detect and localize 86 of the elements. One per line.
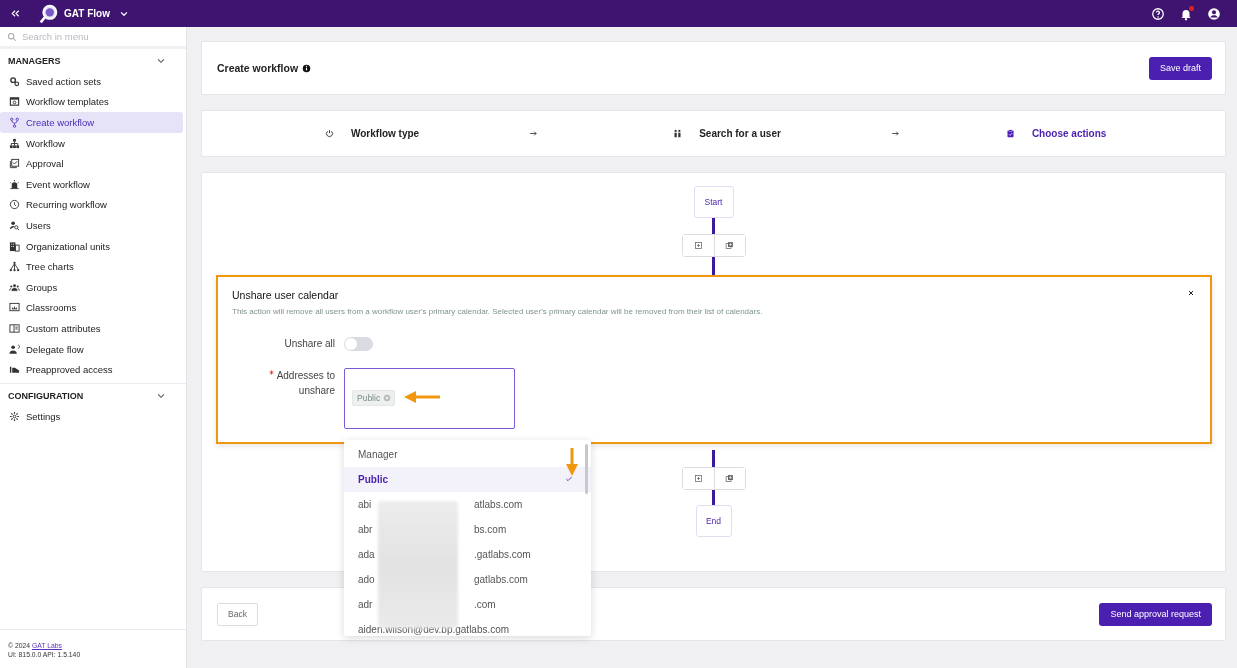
remove-icon (383, 393, 392, 402)
copy-plus-icon (725, 241, 734, 250)
add-action-set-button[interactable] (713, 235, 745, 256)
hierarchy-icon (9, 137, 20, 149)
option-text: bs.com (474, 523, 507, 535)
collapse-icon (10, 8, 21, 19)
option-text: .gatlabs.com (474, 548, 531, 560)
sidebar-item[interactable]: Organizational units (0, 235, 183, 257)
plus-square-icon (693, 473, 703, 483)
sidebar-item[interactable]: Preapproved access (0, 359, 183, 380)
sidebar-item[interactable]: Custom attributes (0, 318, 183, 339)
page-title: Create workflow (217, 62, 299, 74)
sidebar-item[interactable]: Create workflow (0, 112, 183, 133)
arrow-right-icon (529, 129, 539, 138)
panel-title: Unshare user calendar (232, 289, 339, 301)
copy-plus-icon (725, 473, 734, 483)
building-icon (9, 240, 20, 252)
dropdown-option[interactable]: Manager (344, 441, 591, 467)
sidebar-item[interactable]: Saved action sets (0, 71, 183, 92)
panel-icon (9, 322, 20, 334)
unshare-all-toggle[interactable] (344, 336, 373, 351)
end-node[interactable]: End (695, 504, 732, 537)
classroom-icon (9, 302, 20, 314)
account-icon (1207, 6, 1221, 21)
people-icon (673, 129, 683, 138)
annotation-arrow-icon (404, 390, 440, 403)
option-text: adr (358, 598, 373, 610)
logo-icon (39, 3, 59, 24)
option-text: gatlabs.com (474, 573, 528, 585)
sidebar-item[interactable]: Groups (0, 276, 183, 298)
scrollbar[interactable] (585, 443, 588, 494)
save-draft-button[interactable]: Save draft (1148, 56, 1212, 80)
info-icon (302, 63, 312, 73)
settings-icon (9, 410, 20, 422)
clipboard-icon (1005, 129, 1015, 138)
start-node[interactable]: Start (693, 186, 734, 218)
user-question-icon (9, 343, 20, 355)
people-icon (9, 281, 20, 293)
field-label: Unshare all (283, 337, 335, 351)
section-heading: MANAGERS (8, 56, 61, 66)
option-text: abr (358, 523, 373, 535)
checklist-icon (9, 158, 20, 170)
workflow-step: Workflow type (325, 128, 420, 139)
access-icon (9, 364, 20, 376)
panel-description: This action will remove all users from a workflow user's primary calendar. Selected user's primary calendar will be removed from their list of calendars. (232, 307, 764, 316)
dropdown-option[interactable]: Public (344, 466, 591, 492)
option-text: .com (474, 598, 496, 610)
sidebar-item[interactable]: Delegate flow (0, 338, 183, 360)
send-approval-button[interactable]: Send approval request (1099, 602, 1212, 626)
arrow-right-icon (890, 129, 900, 138)
sidebar-item[interactable]: Approval (0, 153, 183, 174)
dropdown-option[interactable]: aiden.wilson@dev.bp.gatlabs.com (344, 616, 591, 636)
sidebar-item[interactable]: Users (0, 215, 183, 236)
add-action-set-button[interactable] (713, 467, 745, 489)
annotation-arrow-icon (566, 447, 578, 476)
option-text: atlabs.com (474, 498, 523, 510)
selected-tag: Public (352, 389, 396, 406)
help-icon (1151, 6, 1165, 21)
close-button[interactable] (1187, 289, 1195, 297)
sidebar-item[interactable]: Event workflow (0, 173, 183, 195)
sidebar-item[interactable]: Settings (0, 405, 183, 427)
branch-icon (9, 117, 20, 128)
template-icon (9, 96, 20, 108)
option-text: ada (358, 548, 375, 560)
app-name: GAT Flow (64, 8, 110, 19)
plus-square-icon (693, 241, 703, 250)
sidebar-item[interactable]: Classrooms (0, 297, 183, 319)
power-icon (325, 129, 334, 138)
siren-icon (9, 178, 20, 190)
search-icon (7, 31, 17, 42)
user-search-icon (9, 219, 20, 231)
check-icon (565, 475, 573, 483)
workflow-step: Search for a user (673, 128, 781, 139)
workflow-step: Choose actions (1005, 128, 1107, 139)
option-text: abi (358, 498, 372, 510)
tree-chart-icon (9, 261, 20, 273)
sidebar-item[interactable]: Tree charts (0, 256, 183, 277)
section-heading: CONFIGURATION (8, 390, 84, 401)
option-text: ado (358, 573, 375, 585)
sidebar-item[interactable]: Workflow (0, 132, 183, 154)
close-icon (1187, 289, 1195, 297)
field-label: Addresses to unshare (232, 367, 335, 399)
back-button[interactable]: Back (217, 602, 258, 626)
sidebar-item[interactable]: Workflow templates (0, 91, 183, 113)
sidebar-item[interactable]: Recurring workflow (0, 194, 183, 216)
clock-icon (9, 199, 20, 211)
